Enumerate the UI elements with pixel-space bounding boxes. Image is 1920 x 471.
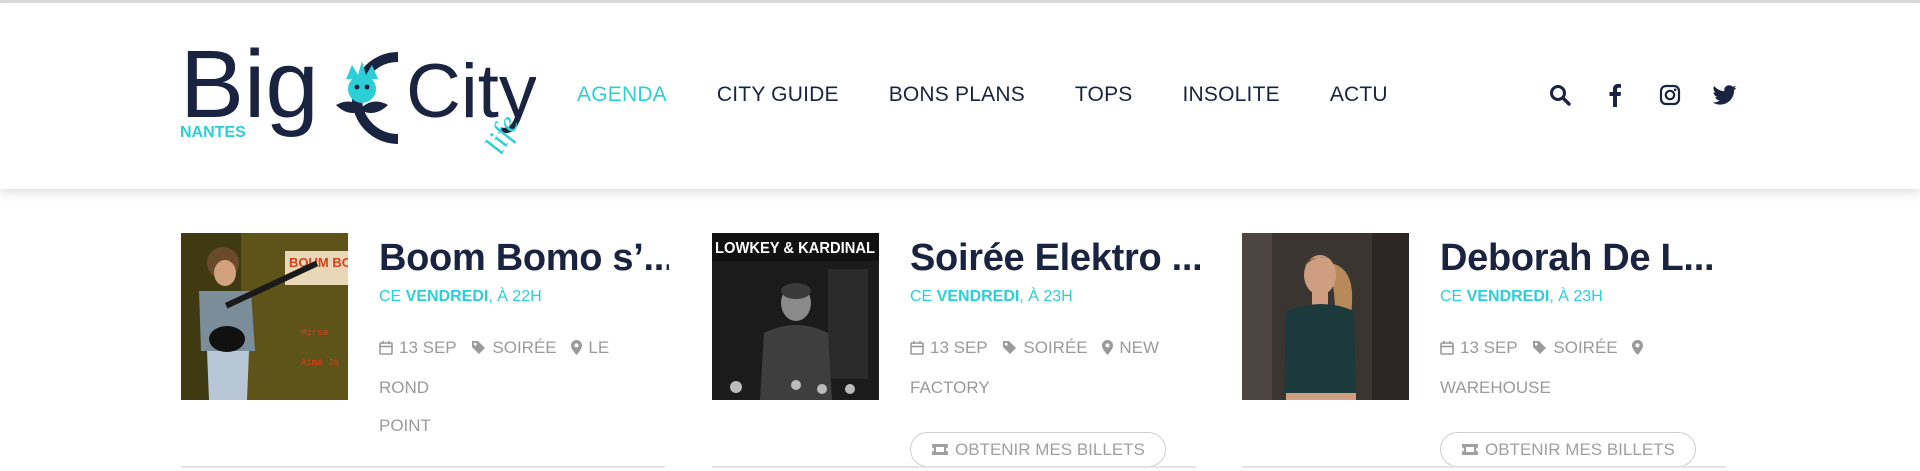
event-venue-cont[interactable]: WAREHOUSE [1440, 378, 1551, 397]
get-tickets-label: OBTENIR MES BILLETS [955, 439, 1145, 459]
event-image[interactable]: LOWKEY & KARDINAL [712, 233, 879, 400]
logo-face-icon [348, 75, 376, 103]
poster-name-1: Mirsa [301, 328, 329, 338]
nav-item-actu[interactable]: ACTU [1330, 83, 1388, 107]
event-date: 13 SEP [399, 338, 457, 357]
nav-item-agenda[interactable]: AGENDA [577, 83, 667, 107]
tag-icon [1532, 331, 1547, 369]
poster-boom-text: BOUM BO [289, 255, 348, 270]
nav-item-tops[interactable]: TOPS [1075, 83, 1133, 107]
event-venue-cont[interactable]: FACTORY [910, 378, 990, 397]
event-title[interactable]: Soirée Elektro ... [910, 237, 1200, 280]
ticket-icon [931, 443, 949, 456]
event-when: CE VENDREDI, À 23H [1440, 288, 1603, 305]
agenda-list: BOUM BO Mirsa Aimé Jo Boom Bomo s’... CE… [0, 189, 1920, 471]
tag-icon [1002, 331, 1017, 369]
search-icon[interactable] [1548, 83, 1572, 107]
location-pin-icon [571, 331, 583, 369]
event-card[interactable]: Deborah De L... CE VENDREDI, À 23H 13 SE… [1242, 233, 1732, 468]
facebook-icon[interactable] [1603, 83, 1627, 107]
event-meta: 13 SEP SOIRÉE LE ROND POINT [379, 329, 669, 445]
event-date: 13 SEP [1460, 338, 1518, 357]
card-divider [181, 466, 665, 468]
event-when: CE VENDREDI, À 23H [910, 288, 1073, 305]
calendar-icon [1440, 331, 1454, 369]
site-header: Big City NANTES life AGENDA CITY GUIDE B… [0, 3, 1920, 189]
card-divider [712, 466, 1196, 468]
calendar-icon [910, 331, 924, 369]
nav-item-bons-plans[interactable]: BONS PLANS [889, 83, 1025, 107]
event-date: 13 SEP [930, 338, 988, 357]
tag-icon [471, 331, 486, 369]
event-title[interactable]: Boom Bomo s’... [379, 237, 669, 280]
calendar-icon [379, 331, 393, 369]
event-card[interactable]: LOWKEY & KARDINAL Soirée Elektro ... CE … [712, 233, 1202, 468]
get-tickets-label: OBTENIR MES BILLETS [1485, 439, 1675, 459]
event-image[interactable] [1242, 233, 1409, 400]
poster-caption: LOWKEY & KARDINAL [715, 240, 875, 257]
event-meta: 13 SEP SOIRÉE WAREHOUSE [1440, 329, 1730, 407]
event-venue[interactable]: NEW [1119, 338, 1159, 357]
poster-name-2: Aimé Jo [301, 358, 339, 368]
card-divider [1242, 466, 1726, 468]
event-venue-cont[interactable]: POINT [379, 416, 431, 435]
header-icons [1548, 83, 1737, 107]
event-image[interactable]: BOUM BO Mirsa Aimé Jo [181, 233, 348, 400]
location-pin-icon [1632, 331, 1644, 369]
event-category[interactable]: SOIRÉE [1553, 338, 1617, 357]
event-when: CE VENDREDI, À 22H [379, 288, 542, 305]
nav-item-city-guide[interactable]: CITY GUIDE [717, 83, 839, 107]
event-category[interactable]: SOIRÉE [492, 338, 556, 357]
location-pin-icon [1102, 331, 1114, 369]
nav-item-insolite[interactable]: INSOLITE [1183, 83, 1280, 107]
get-tickets-button[interactable]: OBTENIR MES BILLETS [910, 432, 1166, 467]
event-title[interactable]: Deborah De L... [1440, 237, 1730, 280]
site-logo[interactable]: Big City NANTES life [180, 27, 536, 167]
get-tickets-button[interactable]: OBTENIR MES BILLETS [1440, 432, 1696, 467]
logo-city-name: NANTES [180, 124, 246, 141]
event-category[interactable]: SOIRÉE [1023, 338, 1087, 357]
main-nav: AGENDA CITY GUIDE BONS PLANS TOPS INSOLI… [577, 83, 1438, 107]
logo-text-big: Big [180, 31, 319, 138]
instagram-icon[interactable] [1658, 83, 1682, 107]
twitter-icon[interactable] [1713, 83, 1737, 107]
ticket-icon [1461, 443, 1479, 456]
event-card[interactable]: BOUM BO Mirsa Aimé Jo Boom Bomo s’... CE… [181, 233, 671, 468]
event-meta: 13 SEP SOIRÉE NEW FACTORY [910, 329, 1200, 407]
